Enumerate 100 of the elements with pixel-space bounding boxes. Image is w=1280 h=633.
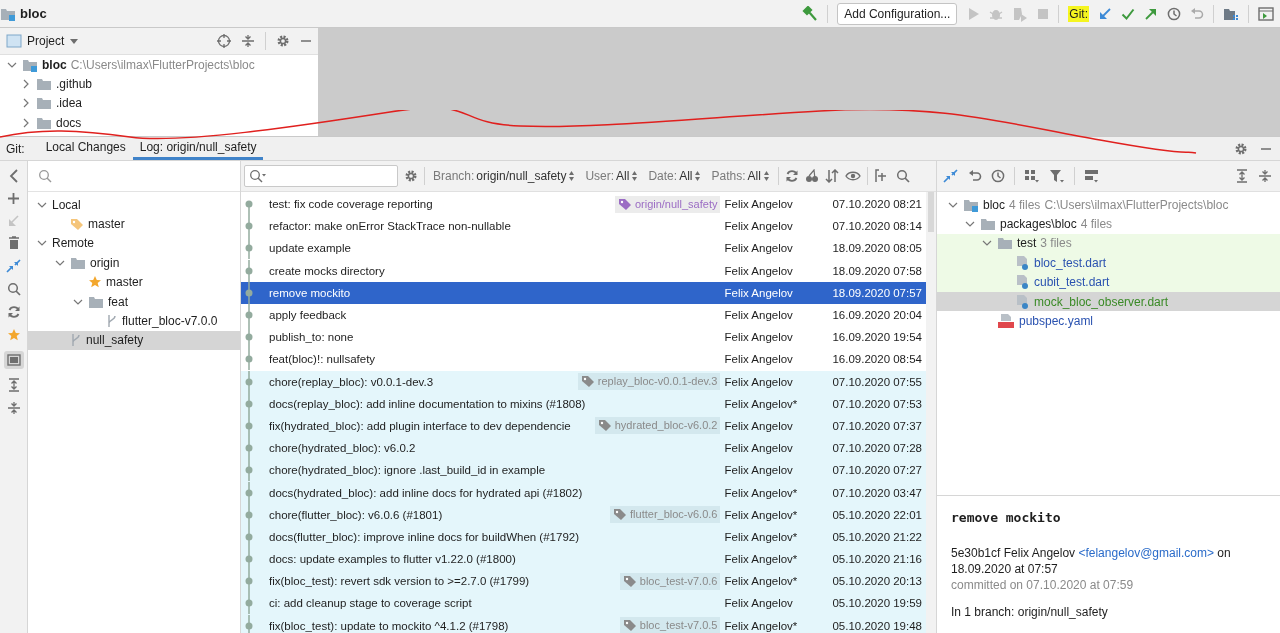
commit-row[interactable]: create mocks directory Felix Angelov 18.09.2020 07:58	[241, 259, 926, 282]
collapse-all-icon[interactable]	[6, 401, 21, 415]
commit-row[interactable]: docs(hydrated_bloc): add inline docs for hydrated api (#1802) Felix Angelov* 07.10.2020 03:47	[241, 481, 926, 504]
file-row[interactable]: bloc 4 files C:\Users\ilmax\FlutterProjects\bloc	[937, 195, 1280, 215]
commit-message: docs: update examples to flutter v1.22.0 (#1800)	[269, 553, 516, 566]
file-row[interactable]: packages\bloc 4 files	[937, 214, 1280, 234]
git-label: Git:	[1068, 5, 1089, 22]
folder-name[interactable]: .idea	[56, 96, 83, 111]
branch-row[interactable]: null_safety	[28, 330, 240, 351]
commit-author: Felix Angelov*	[723, 553, 799, 566]
arrow-up-right-icon[interactable]	[1144, 6, 1158, 21]
commit-row[interactable]: remove mockito Felix Angelov 18.09.2020 07:57	[241, 281, 926, 304]
expand-all-icon[interactable]	[1235, 169, 1249, 183]
commit-row[interactable]: docs(replay_bloc): add inline documentation to mixins (#1808) Felix Angelov* 07.10.2020 07:53	[241, 392, 926, 415]
arrows-icon[interactable]	[5, 259, 22, 273]
panel-toggle-icon[interactable]	[3, 351, 24, 369]
email-link[interactable]: <felangelov@gmail.com>	[1078, 546, 1214, 560]
commit-row[interactable]: docs: update examples to flutter v1.22.0 (#1800) Felix Angelov* 05.10.2020 21:16	[241, 548, 926, 571]
arrow-down-left-icon[interactable]	[1098, 6, 1112, 21]
filter-dropdown[interactable]: Paths: All	[709, 169, 772, 183]
add-configuration-button[interactable]: Add Configuration...	[837, 2, 958, 25]
group-by-icon[interactable]	[1024, 169, 1040, 183]
search-dropdown-icon	[249, 169, 267, 183]
commit-row[interactable]: feat(bloc)!: nullsafety Felix Angelov 16.09.2020 08:54	[241, 348, 926, 371]
commit-row[interactable]: ci: add cleanup stage to coverage script Felix Angelov 05.10.2020 19:59	[241, 592, 926, 615]
check-icon[interactable]	[1121, 6, 1135, 21]
tab[interactable]: Local Changes	[38, 137, 133, 160]
settings-icon[interactable]	[1234, 141, 1248, 156]
filter-dropdown[interactable]: Branch: origin/null_safety	[431, 169, 578, 183]
plus-icon[interactable]	[7, 192, 20, 205]
commit-date: 16.09.2020 08:54	[831, 353, 923, 366]
commit-row[interactable]: fix(bloc_test): revert sdk version to >=2.7.0 (#1799) bloc_test-v7.0.6 Felix Angelov* 05.10.2020 20:13	[241, 570, 926, 593]
hammer-icon[interactable]	[802, 5, 819, 22]
commit-row[interactable]: apply feedback Felix Angelov 16.09.2020 20:04	[241, 303, 926, 327]
branch-row[interactable]: origin	[28, 253, 240, 273]
commit-message: refactor: make onError StackTrace non-nullable	[269, 220, 511, 233]
commit-row[interactable]: chore(hydrated_bloc): ignore .last_build_id in example Felix Angelov 07.10.2020 07:27	[241, 459, 926, 482]
branch-row[interactable]: flutter_bloc-v7.0.0	[28, 311, 240, 331]
undo-icon[interactable]	[968, 169, 982, 183]
sort-icon[interactable]	[824, 169, 839, 183]
caret-icon[interactable]	[69, 36, 80, 46]
commit-message: docs(hydrated_bloc): add inline docs for hydrated api (#1802)	[269, 486, 583, 499]
commit-row[interactable]: test: fix code coverage reporting origin/null_safety Felix Angelov 07.10.2020 08:21	[241, 193, 926, 216]
cherry-icon[interactable]	[804, 169, 819, 183]
commit-row[interactable]: refactor: make onError StackTrace non-nullable Felix Angelov 07.10.2020 08:14	[241, 215, 926, 238]
file-row[interactable]: cubit_test.dart	[937, 272, 1280, 292]
commit-row[interactable]: publish_to: none Felix Angelov 16.09.2020 19:54	[241, 326, 926, 349]
commit-message: feat(bloc)!: nullsafety	[269, 353, 376, 366]
search-icon[interactable]	[6, 282, 21, 296]
commit-row[interactable]: chore(flutter_bloc): v6.0.6 (#1801) flutter_bloc-v6.0.6 Felix Angelov* 05.10.2020 22:01	[241, 503, 926, 526]
clock-icon[interactable]	[991, 169, 1005, 183]
file-row[interactable]: pubspec.yaml	[937, 311, 1280, 331]
filter-icon[interactable]	[1049, 169, 1065, 183]
settings-icon[interactable]	[276, 34, 290, 48]
arrows-icon[interactable]	[943, 169, 959, 183]
filter-dropdown[interactable]: User: All	[583, 169, 641, 183]
module-folder-icon	[963, 197, 979, 212]
collapse-all-icon[interactable]	[241, 34, 255, 48]
branch-row[interactable]: Local	[28, 195, 240, 215]
window-icon[interactable]	[1258, 6, 1274, 21]
commit-row[interactable]: chore(replay_bloc): v0.0.1-dev.3 replay_bloc-v0.0.1-dev.3 Felix Angelov 07.10.2020 07:55	[241, 370, 926, 393]
search-icon[interactable]	[895, 169, 910, 183]
dart-file-icon	[1014, 293, 1030, 310]
folder-grid-icon[interactable]	[1223, 6, 1239, 21]
filter-dropdown[interactable]: Date: All	[646, 169, 704, 183]
star-icon[interactable]	[6, 328, 21, 342]
crosshair-icon[interactable]	[217, 34, 231, 48]
eye-icon[interactable]	[844, 169, 861, 183]
branch-row[interactable]: master	[28, 272, 240, 292]
expand-all-icon[interactable]	[6, 378, 21, 392]
folder-name[interactable]: docs	[56, 115, 82, 130]
refresh-icon[interactable]	[784, 169, 799, 183]
collapse-all-icon[interactable]	[1258, 169, 1272, 183]
layout-icon[interactable]	[1084, 169, 1100, 183]
file-row[interactable]: bloc_test.dart	[937, 253, 1280, 273]
file-row[interactable]: test 3 files	[937, 233, 1280, 254]
clock-icon[interactable]	[1167, 6, 1181, 21]
commit-date: 07.10.2020 07:28	[831, 442, 923, 455]
trash-icon[interactable]	[7, 236, 20, 250]
folder-name[interactable]: .github	[56, 77, 93, 92]
commit-message: fix(bloc_test): update to mockito ^4.1.2 (#1798)	[269, 619, 509, 632]
chevron-left-icon[interactable]	[7, 169, 20, 183]
project-root[interactable]: bloc	[42, 57, 67, 72]
commit-row[interactable]: update example Felix Angelov 18.09.2020 08:05	[241, 237, 926, 260]
refresh-icon[interactable]	[6, 305, 21, 319]
branch-row[interactable]: Remote	[28, 233, 240, 254]
file-count: 3 files	[1040, 236, 1072, 251]
commit-row[interactable]: fix(hydrated_bloc): add plugin interface to dev dependencie hydrated_bloc-v6.0.2 Felix Angelov 07.10.2020 07:37	[241, 414, 926, 438]
commit-row[interactable]: docs(flutter_bloc): improve inline docs for buildWhen (#1792) Felix Angelov* 05.10.2020 21:22	[241, 525, 926, 548]
module-folder-icon	[0, 6, 16, 21]
commit-date: 18.09.2020 07:57	[831, 286, 923, 299]
branch-name: master	[88, 217, 125, 232]
settings-icon[interactable]	[404, 169, 418, 183]
commit-row[interactable]: chore(hydrated_bloc): v6.0.2 Felix Angelov 07.10.2020 07:28	[241, 437, 926, 460]
branch-row[interactable]: master	[28, 214, 240, 234]
commit-date: 05.10.2020 19:59	[831, 597, 923, 610]
branch-row[interactable]: feat	[28, 291, 240, 312]
log-search-field[interactable]	[244, 165, 398, 187]
file-count: 4 files	[1009, 197, 1041, 212]
scrollbar-thumb[interactable]	[928, 192, 934, 232]
